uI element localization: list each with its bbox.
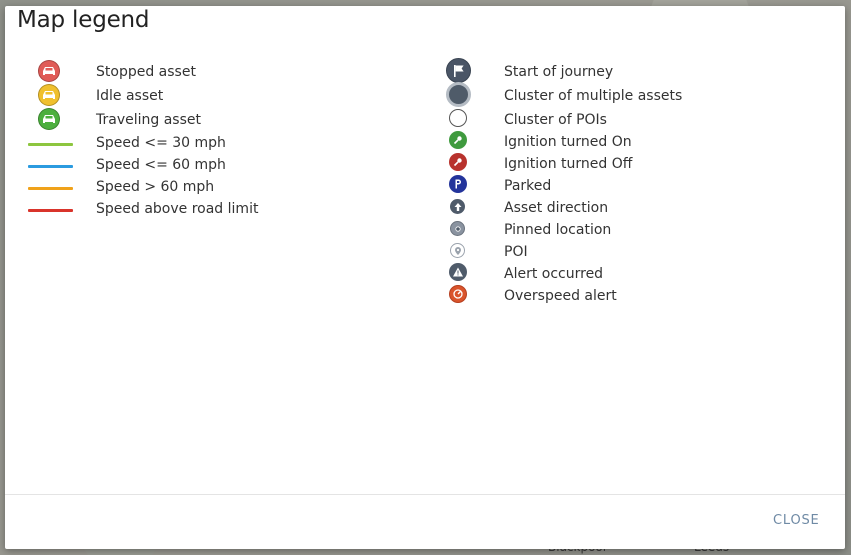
legend-item-parked: Parked xyxy=(5,175,835,198)
legend-label: Start of journey xyxy=(504,64,614,80)
legend-label: Overspeed alert xyxy=(504,288,617,304)
direction-arrow-icon xyxy=(435,198,481,220)
parked-icon xyxy=(435,175,481,198)
legend-item-poi: POI xyxy=(5,242,835,264)
legend-item-start-of-journey: Start of journey xyxy=(5,58,835,84)
legend-label: Ignition turned On xyxy=(504,134,632,150)
legend-label: POI xyxy=(504,244,528,260)
ignition-on-icon xyxy=(435,131,481,154)
legend-label: Parked xyxy=(504,178,552,194)
ignition-off-icon xyxy=(435,153,481,176)
poi-icon xyxy=(435,242,481,264)
cluster-pois-icon xyxy=(435,109,481,132)
legend-item-ignition-off: Ignition turned Off xyxy=(5,153,835,176)
footer-divider xyxy=(5,494,845,495)
dialog-title: Map legend xyxy=(17,7,150,33)
legend-label: Ignition turned Off xyxy=(504,156,633,172)
legend-item-alert-occurred: Alert occurred xyxy=(5,263,835,286)
legend-label: Pinned location xyxy=(504,222,612,238)
overspeed-icon xyxy=(435,285,481,308)
legend-item-overspeed-alert: Overspeed alert xyxy=(5,285,835,308)
legend-label: Cluster of multiple assets xyxy=(504,88,683,104)
legend-item-cluster-assets: Cluster of multiple assets xyxy=(5,82,835,108)
legend-label: Asset direction xyxy=(504,200,609,216)
legend-item-ignition-on: Ignition turned On xyxy=(5,131,835,154)
close-button[interactable]: CLOSE xyxy=(773,513,820,528)
legend-label: Alert occurred xyxy=(504,266,604,282)
flag-icon xyxy=(435,58,481,84)
legend-item-cluster-pois: Cluster of POIs xyxy=(5,109,835,132)
cluster-assets-icon xyxy=(435,82,481,108)
alert-icon xyxy=(435,263,481,286)
legend-label: Cluster of POIs xyxy=(504,112,607,128)
legend-item-asset-direction: Asset direction xyxy=(5,198,835,220)
pinned-location-icon xyxy=(435,220,481,242)
map-legend-dialog: Map legend Stopped asset Idle asset Trav… xyxy=(5,6,845,549)
legend-item-pinned-location: Pinned location xyxy=(5,220,835,242)
